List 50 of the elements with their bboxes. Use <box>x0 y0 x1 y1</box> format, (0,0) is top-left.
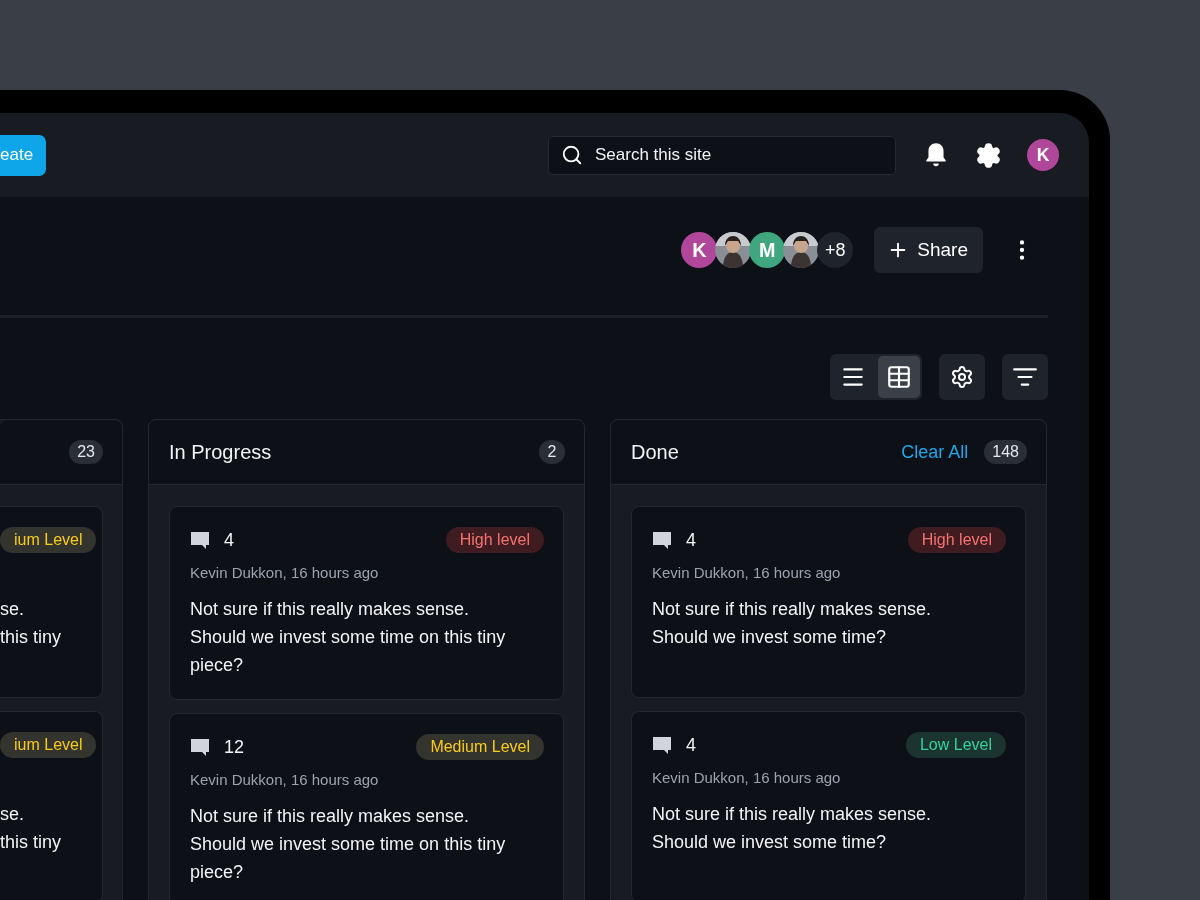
search-field[interactable]: Search this site <box>548 135 896 175</box>
column-title: In Progress <box>169 440 272 464</box>
count-badge: 2 <box>539 440 565 464</box>
card-text: se. this tiny <box>0 598 63 649</box>
search-input[interactable]: Search this site <box>593 144 877 166</box>
comment-count: 4 <box>686 734 696 756</box>
priority-tag: Low Level <box>905 732 1006 758</box>
card-author: Kevin Dukkon, 16 hours ago <box>190 771 379 788</box>
notifications-icon[interactable] <box>923 141 949 169</box>
priority-tag: ium Level <box>0 527 97 553</box>
task-card[interactable]: 12 Medium Level Kevin Dukkon, 16 hours ago Not sure if this really makes sense. Should we invest some time on this tiny piece? <box>169 713 564 900</box>
user-avatar[interactable]: K <box>1027 139 1059 171</box>
column-title: Done <box>631 440 679 464</box>
priority-tag: High level <box>907 527 1006 553</box>
count-badge: 148 <box>984 440 1027 464</box>
comment-icon <box>190 737 210 757</box>
more-members[interactable]: +8 <box>817 232 854 268</box>
task-card[interactable]: ium Level se. this tiny <box>0 506 103 698</box>
comment-count: 4 <box>686 529 696 551</box>
comment-count: 12 <box>224 736 245 758</box>
search-icon <box>561 144 583 166</box>
settings-button[interactable] <box>939 354 985 400</box>
card-author: Kevin Dukkon, 16 hours ago <box>652 564 841 581</box>
gear-icon <box>950 365 974 389</box>
task-card[interactable]: 4 Low Level Kevin Dukkon, 16 hours ago Not sure if this really makes sense. Should we invest some time? <box>631 711 1026 900</box>
task-card[interactable]: 4 High level Kevin Dukkon, 16 hours ago Not sure if this really makes sense. Should we invest some time on this tiny piece? <box>169 506 564 700</box>
card-text: Not sure if this really makes sense. Should we invest some time? <box>652 598 933 649</box>
clear-all-link[interactable]: Clear All <box>901 441 969 463</box>
filter-button[interactable] <box>1002 354 1048 400</box>
task-card[interactable]: ium Level se. this tiny <box>0 711 103 900</box>
member-avatar[interactable]: K <box>681 232 718 268</box>
settings-icon[interactable] <box>975 141 1002 169</box>
comment-icon <box>190 530 210 550</box>
card-author: Kevin Dukkon, 16 hours ago <box>652 769 841 786</box>
comment-count: 4 <box>224 529 234 551</box>
grid-view-button[interactable] <box>878 356 920 398</box>
card-text: se. this tiny <box>0 803 63 854</box>
card-text: Not sure if this really makes sense. Should we invest some time? <box>652 803 933 854</box>
card-text: Not sure if this really makes sense. Should we invest some time on this tiny piece? <box>190 598 507 677</box>
priority-tag: Medium Level <box>416 734 544 760</box>
card-author: Kevin Dukkon, 16 hours ago <box>190 564 379 581</box>
task-card[interactable]: 4 High level Kevin Dukkon, 16 hours ago Not sure if this really makes sense. Should we invest some time? <box>631 506 1026 698</box>
count-badge: 23 <box>69 440 103 464</box>
card-text: Not sure if this really makes sense. Should we invest some time on this tiny piece? <box>190 805 507 884</box>
priority-tag: High level <box>445 527 544 553</box>
comment-icon <box>652 735 672 755</box>
share-button[interactable]: Share <box>874 227 983 273</box>
priority-tag: ium Level <box>0 732 97 758</box>
comment-icon <box>652 530 672 550</box>
grid-icon <box>886 364 912 390</box>
